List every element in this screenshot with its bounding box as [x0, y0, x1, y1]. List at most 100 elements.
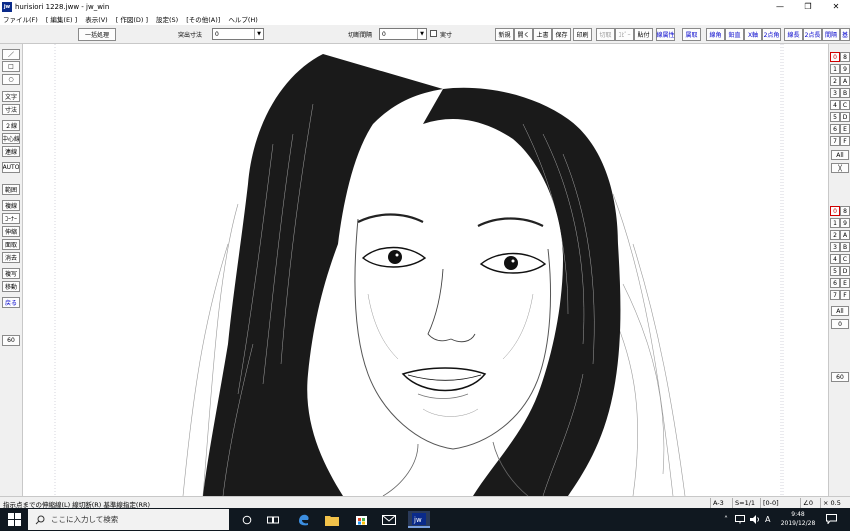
open-button[interactable]: 開く	[514, 28, 533, 41]
gap-combo[interactable]: 0 ▼	[379, 28, 427, 40]
circle-tool-button[interactable]: ○	[2, 74, 20, 85]
paper-size[interactable]: A-3	[710, 498, 726, 508]
move-tool-button[interactable]: 移動	[2, 281, 20, 292]
maximize-button[interactable]: ❐	[794, 0, 822, 13]
layer-1-button[interactable]: 1	[830, 64, 840, 74]
line-angle-button[interactable]: 線角	[706, 28, 725, 41]
line-length-button[interactable]: 線長	[784, 28, 803, 41]
speaker-icon[interactable]	[750, 515, 760, 524]
chevron-up-icon[interactable]: ˄	[724, 515, 728, 524]
line-attribute-button[interactable]: 線属性	[656, 28, 675, 41]
attribute-pick-button[interactable]: 属取	[682, 28, 701, 41]
zoom-readout[interactable]: × 0.5	[820, 498, 843, 508]
chevron-down-icon[interactable]: ▼	[417, 29, 426, 39]
layer-d-button[interactable]: D	[840, 112, 850, 122]
network-icon[interactable]	[735, 515, 745, 524]
paste-button[interactable]: 貼付	[634, 28, 653, 41]
layer-group-8-button[interactable]: 8	[840, 206, 850, 216]
drawing-scale[interactable]: S=1/1	[732, 498, 757, 508]
undo-button[interactable]: 戻る	[2, 297, 20, 308]
stretch-tool-button[interactable]: 伸縮	[2, 226, 20, 237]
actual-size-checkbox[interactable]	[430, 30, 437, 37]
layer-all-button[interactable]: All	[831, 150, 849, 160]
layer-2-button[interactable]: 2	[830, 76, 840, 86]
close-button[interactable]: ✕	[822, 0, 850, 13]
layer-group-all-button[interactable]: All	[831, 306, 849, 316]
right-scale-indicator[interactable]: 60	[831, 372, 849, 382]
cortana-icon[interactable]	[238, 511, 256, 528]
store-icon[interactable]	[352, 511, 370, 528]
layer-a-button[interactable]: A	[840, 76, 850, 86]
text-tool-button[interactable]: 文字	[2, 91, 20, 102]
two-point-angle-button[interactable]: 2点角	[762, 28, 781, 41]
drawing-canvas[interactable]	[23, 44, 828, 496]
double-line-tool-button[interactable]: ２線	[2, 120, 20, 131]
range-tool-button[interactable]: 範囲	[2, 184, 20, 195]
vertical-button[interactable]: 鉛直	[725, 28, 744, 41]
copy-button[interactable]: ｺﾋﾟｰ	[615, 28, 634, 41]
task-view-icon[interactable]	[264, 511, 282, 528]
line-tool-button[interactable]: ／	[2, 49, 20, 60]
minimize-button[interactable]: —	[766, 0, 794, 13]
layer-group-a-button[interactable]: A	[840, 230, 850, 240]
layer-group-zero-button[interactable]: 0	[831, 319, 849, 329]
offset-line-tool-button[interactable]: 複線	[2, 200, 20, 211]
layer-6-button[interactable]: 6	[830, 124, 840, 134]
corner-tool-button[interactable]: ｺｰﾅｰ	[2, 213, 20, 224]
layer-group-c-button[interactable]: C	[840, 254, 850, 264]
windows-start-icon[interactable]	[8, 513, 21, 526]
menu-edit[interactable]: [ 編集(E) ]	[46, 14, 77, 24]
spacing-button[interactable]: 間隔	[822, 28, 840, 41]
base-button[interactable]: 基	[840, 28, 850, 41]
protrude-combo[interactable]: 0 ▼	[212, 28, 264, 40]
chevron-down-icon[interactable]: ▼	[254, 29, 263, 39]
menu-draw[interactable]: [ 作図(D) ]	[116, 14, 148, 24]
taskbar-clock[interactable]: 9:48 2019/12/28	[780, 510, 816, 528]
mail-icon[interactable]	[380, 511, 398, 528]
layer-5-button[interactable]: 5	[830, 112, 840, 122]
layer-group-d-button[interactable]: D	[840, 266, 850, 276]
layer-f-button[interactable]: F	[840, 136, 850, 146]
connect-line-tool-button[interactable]: 連線	[2, 146, 20, 157]
layer-group-2-button[interactable]: 2	[830, 230, 840, 240]
current-layer[interactable]: [0-0]	[760, 498, 781, 508]
new-button[interactable]: 新規	[495, 28, 514, 41]
cut-button[interactable]: 切取	[596, 28, 615, 41]
layer-group-9-button[interactable]: 9	[840, 218, 850, 228]
menu-help[interactable]: ヘルプ(H)	[228, 14, 257, 24]
save-button[interactable]: 保存	[552, 28, 571, 41]
layer-4-button[interactable]: 4	[830, 100, 840, 110]
edge-browser-icon[interactable]	[294, 511, 312, 528]
erase-tool-button[interactable]: 消去	[2, 252, 20, 263]
layer-x-button[interactable]: ╳	[831, 163, 849, 173]
x-axis-button[interactable]: X軸	[744, 28, 762, 41]
layer-group-0-button[interactable]: 0	[830, 206, 840, 216]
notification-icon[interactable]	[826, 514, 837, 524]
dimension-tool-button[interactable]: 寸法	[2, 104, 20, 115]
layer-group-5-button[interactable]: 5	[830, 266, 840, 276]
layer-group-f-button[interactable]: F	[840, 290, 850, 300]
layer-group-6-button[interactable]: 6	[830, 278, 840, 288]
batch-process-button[interactable]: 一括処理	[78, 28, 116, 41]
menu-view[interactable]: 表示(V)	[85, 14, 108, 24]
layer-group-e-button[interactable]: E	[840, 278, 850, 288]
menu-file[interactable]: ファイル(F)	[3, 14, 38, 24]
overwrite-button[interactable]: 上書	[533, 28, 552, 41]
auto-mode-button[interactable]: AUTO	[2, 162, 20, 173]
layer-8-button[interactable]: 8	[840, 52, 850, 62]
layer-0-button[interactable]: 0	[830, 52, 840, 62]
layer-c-button[interactable]: C	[840, 100, 850, 110]
layer-group-3-button[interactable]: 3	[830, 242, 840, 252]
jw-cad-taskbar-icon[interactable]: jw	[408, 511, 430, 528]
layer-group-1-button[interactable]: 1	[830, 218, 840, 228]
chamfer-tool-button[interactable]: 面取	[2, 239, 20, 250]
print-button[interactable]: 印刷	[573, 28, 592, 41]
layer-b-button[interactable]: B	[840, 88, 850, 98]
angle-readout[interactable]: ∠0	[800, 498, 815, 508]
layer-3-button[interactable]: 3	[830, 88, 840, 98]
copy-tool-button[interactable]: 複写	[2, 268, 20, 279]
layer-7-button[interactable]: 7	[830, 136, 840, 146]
menu-settings[interactable]: 設定(S)	[156, 14, 178, 24]
layer-9-button[interactable]: 9	[840, 64, 850, 74]
file-explorer-icon[interactable]	[323, 511, 341, 528]
